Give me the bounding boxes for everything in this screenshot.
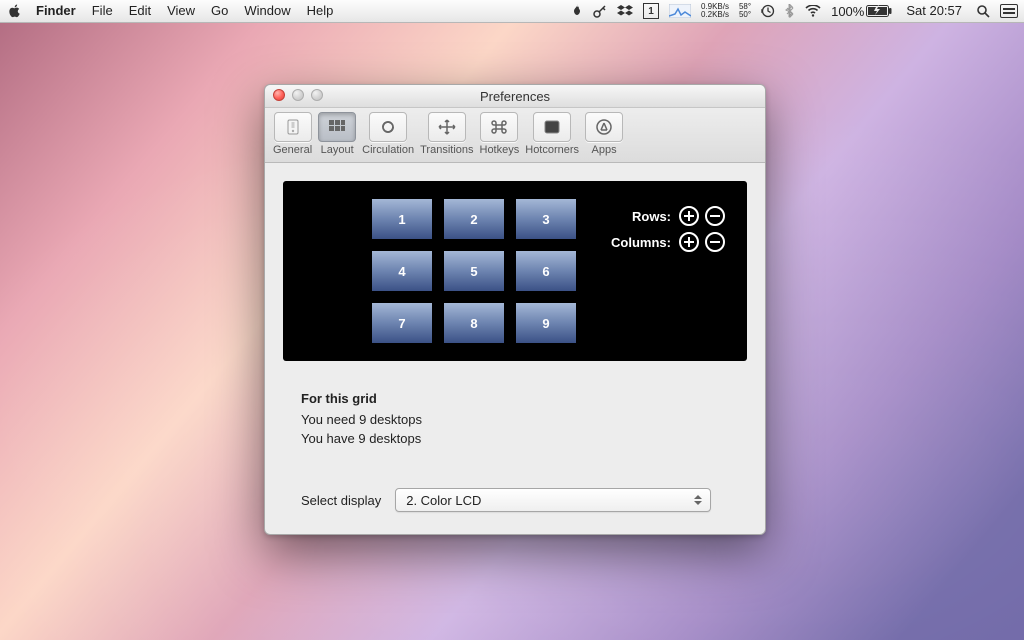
- grid-cell[interactable]: 6: [515, 250, 577, 292]
- tab-layout[interactable]: Layout: [316, 112, 358, 156]
- rows-increase-button[interactable]: [679, 206, 699, 226]
- activity-graph-icon[interactable]: [669, 0, 691, 22]
- display-select-value: 2. Color LCD: [406, 493, 481, 508]
- grid-panel: 1 2 3 4 5 6 7 8 9 Rows:: [283, 181, 747, 361]
- flame-icon[interactable]: [571, 0, 583, 22]
- loop-icon: [378, 118, 398, 136]
- tab-hotkeys[interactable]: Hotkeys: [478, 112, 522, 156]
- grid-cell[interactable]: 4: [371, 250, 433, 292]
- desktop: Finder File Edit View Go Window Help 1 0…: [0, 0, 1024, 640]
- wifi-icon[interactable]: [805, 0, 821, 22]
- notification-center-icon[interactable]: [1000, 0, 1018, 22]
- time-machine-icon[interactable]: [761, 0, 775, 22]
- titlebar[interactable]: Preferences: [265, 85, 765, 108]
- grid-info-need: You need 9 desktops: [301, 412, 747, 427]
- screen-corner-icon: [542, 118, 562, 136]
- desktop-grid: 1 2 3 4 5 6 7 8 9: [371, 198, 577, 344]
- move-arrows-icon: [437, 118, 457, 136]
- menu-edit[interactable]: Edit: [121, 0, 159, 22]
- menu-help[interactable]: Help: [299, 0, 342, 22]
- grid-cell[interactable]: 7: [371, 302, 433, 344]
- bluetooth-icon[interactable]: [785, 0, 795, 22]
- grid-cell[interactable]: 3: [515, 198, 577, 240]
- network-speed: 0.9KB/s0.2KB/s: [701, 3, 729, 19]
- dropbox-icon[interactable]: [617, 0, 633, 22]
- switch-icon: [283, 118, 303, 136]
- app-store-icon: [594, 118, 614, 136]
- rows-label: Rows:: [632, 209, 671, 224]
- display-select-label: Select display: [301, 493, 381, 508]
- tab-general[interactable]: General: [271, 112, 314, 156]
- rows-decrease-button[interactable]: [705, 206, 725, 226]
- toolbar: General Layout Circulation Transitions H…: [265, 108, 765, 163]
- grid-cell[interactable]: 2: [443, 198, 505, 240]
- tab-apps[interactable]: Apps: [583, 112, 625, 156]
- zoom-button[interactable]: [311, 89, 323, 101]
- menu-window[interactable]: Window: [236, 0, 298, 22]
- columns-decrease-button[interactable]: [705, 232, 725, 252]
- tab-hotcorners[interactable]: Hotcorners: [523, 112, 581, 156]
- tab-circulation[interactable]: Circulation: [360, 112, 416, 156]
- window-title: Preferences: [480, 89, 550, 104]
- tab-transitions[interactable]: Transitions: [418, 112, 475, 156]
- battery-status[interactable]: 100%: [831, 4, 892, 19]
- battery-pct: 100%: [831, 4, 864, 19]
- menubar: Finder File Edit View Go Window Help 1 0…: [0, 0, 1024, 23]
- grid-cell[interactable]: 5: [443, 250, 505, 292]
- grid-controls: Rows: Columns:: [611, 203, 725, 255]
- grid-info-have: You have 9 desktops: [301, 431, 747, 446]
- spotlight-icon[interactable]: [976, 0, 990, 22]
- display-select[interactable]: 2. Color LCD: [395, 488, 711, 512]
- command-icon: [489, 118, 509, 136]
- columns-increase-button[interactable]: [679, 232, 699, 252]
- minimize-button[interactable]: [292, 89, 304, 101]
- display-select-row: Select display 2. Color LCD: [283, 488, 747, 512]
- grid-info: For this grid You need 9 desktops You ha…: [283, 391, 747, 446]
- battery-icon: [866, 5, 892, 17]
- grid-cell[interactable]: 8: [443, 302, 505, 344]
- grid-cell[interactable]: 9: [515, 302, 577, 344]
- preferences-window: Preferences General Layout Circulation T…: [264, 84, 766, 535]
- temperature: 58°50°: [739, 3, 751, 19]
- window-content: 1 2 3 4 5 6 7 8 9 Rows:: [265, 163, 765, 534]
- grid-icon: [327, 118, 347, 136]
- apple-menu[interactable]: [0, 0, 28, 22]
- clock[interactable]: Sat 20:57: [902, 0, 966, 22]
- menu-view[interactable]: View: [159, 0, 203, 22]
- grid-cell[interactable]: 1: [371, 198, 433, 240]
- up-down-arrows-icon: [690, 491, 706, 509]
- menu-file[interactable]: File: [84, 0, 121, 22]
- close-button[interactable]: [273, 89, 285, 101]
- key-icon[interactable]: [593, 0, 607, 22]
- columns-label: Columns:: [611, 235, 671, 250]
- badge-icon[interactable]: 1: [643, 3, 659, 19]
- grid-info-heading: For this grid: [301, 391, 747, 406]
- menu-go[interactable]: Go: [203, 0, 236, 22]
- app-name[interactable]: Finder: [28, 0, 84, 22]
